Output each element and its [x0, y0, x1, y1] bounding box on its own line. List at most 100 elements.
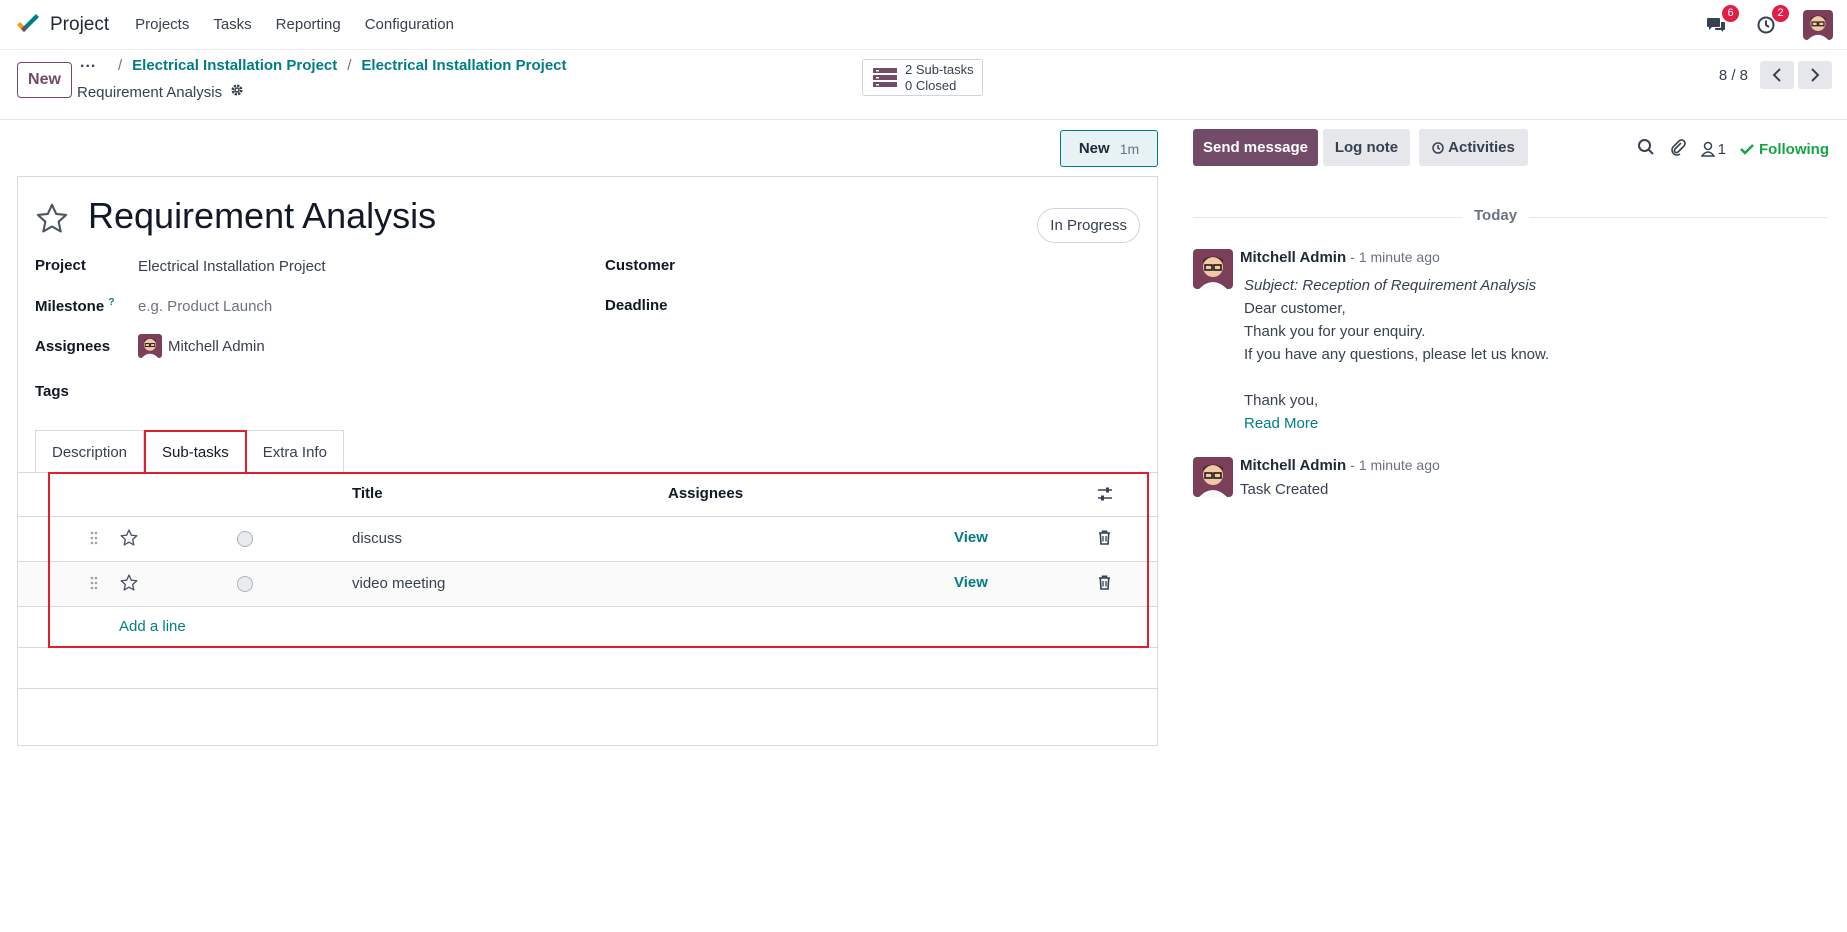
author-avatar[interactable] [1193, 249, 1233, 289]
list-empty-row [18, 648, 1157, 689]
row-title[interactable]: video meeting [352, 575, 445, 592]
column-title[interactable]: Title [352, 485, 383, 502]
new-record-button[interactable]: New [17, 62, 72, 98]
message-subject: Subject: Reception of Requirement Analys… [1244, 277, 1537, 294]
form-sheet: Requirement Analysis In Progress Project… [17, 176, 1158, 746]
chevron-left-icon [1772, 68, 1781, 82]
following-button[interactable]: Following [1740, 141, 1829, 158]
trash-icon[interactable] [1098, 530, 1111, 549]
date-separator: Today [1462, 207, 1530, 224]
assignees-field[interactable]: Mitchell Admin [138, 334, 265, 358]
pager-next-button[interactable] [1798, 61, 1832, 89]
row-view-button[interactable]: View [954, 574, 988, 591]
check-icon [1740, 144, 1754, 155]
add-line-row: Add a line [18, 607, 1157, 648]
clock-icon [1757, 16, 1775, 33]
project-field[interactable]: Electrical Installation Project [138, 258, 326, 275]
row-priority-star-icon[interactable] [119, 573, 139, 597]
drag-handle-icon[interactable] [90, 575, 98, 595]
optional-columns-toggle-icon[interactable] [1097, 486, 1113, 506]
assignee-name: Mitchell Admin [168, 337, 265, 355]
tab-extra-info[interactable]: Extra Info [246, 430, 344, 473]
control-panel: New ... / Electrical Installation Projec… [0, 50, 1847, 120]
message-body-line: If you have any questions, please let us… [1244, 346, 1550, 363]
breadcrumb-tasks-link[interactable]: Electrical Installation Project [361, 57, 566, 74]
row-state-indicator[interactable] [237, 531, 253, 547]
followers-count: 1 [1717, 140, 1727, 158]
row-state-indicator[interactable] [237, 576, 253, 592]
table-row[interactable]: video meeting View [18, 562, 1157, 607]
pager-previous-button[interactable] [1760, 61, 1794, 89]
author-avatar[interactable] [1193, 457, 1233, 497]
subtasks-closed: 0 Closed [905, 77, 957, 93]
read-more-link[interactable]: Read More [1244, 415, 1318, 432]
pager-value[interactable]: 8 / 8 [1719, 67, 1748, 84]
message-header: Mitchell Admin - 1 minute ago [1240, 249, 1440, 266]
add-line-button[interactable]: Add a line [119, 618, 186, 635]
message-author[interactable]: Mitchell Admin [1240, 249, 1346, 266]
activity-menu-button[interactable]: 2 [1753, 4, 1789, 38]
customer-label: Customer [605, 257, 676, 274]
drag-handle-icon[interactable] [90, 530, 98, 550]
messaging-menu-button[interactable]: 6 [1703, 4, 1739, 38]
tags-label: Tags [35, 383, 69, 400]
priority-star-icon[interactable] [34, 201, 70, 241]
message-body: Task Created [1240, 481, 1329, 498]
milestone-help-icon[interactable]: ? [108, 297, 114, 308]
row-priority-star-icon[interactable] [119, 528, 139, 552]
app-name[interactable]: Project [50, 14, 109, 36]
project-label: Project [35, 257, 86, 274]
message-header: Mitchell Admin - 1 minute ago [1240, 457, 1440, 474]
chatter-message: Mitchell Admin - 1 minute ago Task Creat… [1193, 457, 1828, 507]
stage-button-new[interactable]: New 1m [1060, 130, 1158, 167]
chatter-tools: 1 Following [1637, 138, 1829, 160]
activities-label: Activities [1448, 139, 1515, 156]
tab-sub-tasks[interactable]: Sub-tasks [144, 430, 247, 473]
send-message-button[interactable]: Send message [1193, 129, 1318, 166]
stage-label: New [1078, 140, 1110, 157]
followers-button[interactable]: 1 [1700, 140, 1727, 158]
task-state-button[interactable]: In Progress [1037, 208, 1140, 243]
milestone-field[interactable]: e.g. Product Launch [138, 298, 272, 315]
menu-projects[interactable]: Projects [135, 16, 189, 33]
pager: 8 / 8 [1719, 61, 1832, 89]
menu-reporting[interactable]: Reporting [276, 16, 341, 33]
clock-icon [1432, 141, 1444, 154]
form-view: New 1m Requirement Analysis In Progress … [0, 121, 1175, 932]
breadcrumb: / Electrical Installation Project / Elec… [118, 57, 567, 74]
breadcrumb-more-icon[interactable]: ... [80, 54, 96, 72]
stacked-tasks-icon [873, 67, 897, 87]
user-avatar[interactable] [1803, 9, 1833, 40]
message-date: - 1 minute ago [1350, 249, 1440, 265]
following-label: Following [1759, 140, 1829, 158]
tab-description[interactable]: Description [35, 430, 145, 473]
subtasks-count: 2 Sub-tasks [905, 61, 974, 77]
user-icon [1700, 141, 1715, 157]
column-assignees[interactable]: Assignees [668, 485, 743, 502]
row-view-button[interactable]: View [954, 529, 988, 546]
search-icon[interactable] [1637, 138, 1655, 160]
assignees-label: Assignees [35, 338, 111, 355]
message-author[interactable]: Mitchell Admin [1240, 457, 1346, 474]
record-name-label: Requirement Analysis [77, 83, 223, 101]
table-row[interactable]: discuss View [18, 517, 1157, 562]
project-app-logo-icon[interactable] [14, 11, 42, 39]
activities-button[interactable]: Activities [1419, 129, 1528, 166]
trash-icon[interactable] [1098, 575, 1111, 594]
menu-tasks[interactable]: Tasks [213, 16, 251, 33]
subtasks-smart-button[interactable]: 2 Sub-tasks 0 Closed [862, 59, 983, 96]
menu-configuration[interactable]: Configuration [365, 16, 454, 33]
message-date: - 1 minute ago [1350, 457, 1440, 473]
activities-badge: 2 [1772, 4, 1789, 22]
paperclip-icon[interactable] [1669, 138, 1687, 160]
task-title-field[interactable]: Requirement Analysis [88, 195, 436, 237]
list-header: Title Assignees [18, 473, 1157, 517]
log-note-button[interactable]: Log note [1323, 129, 1410, 166]
gear-icon[interactable] [230, 83, 244, 101]
row-title[interactable]: discuss [352, 530, 402, 547]
message-body-line: Thank you for your enquiry. [1244, 323, 1426, 340]
breadcrumb-project-link[interactable]: Electrical Installation Project [132, 57, 337, 74]
record-name: Requirement Analysis [77, 83, 244, 101]
message-body-line: Thank you, [1244, 392, 1319, 409]
chatter-message: Mitchell Admin - 1 minute ago Subject: R… [1193, 249, 1828, 449]
